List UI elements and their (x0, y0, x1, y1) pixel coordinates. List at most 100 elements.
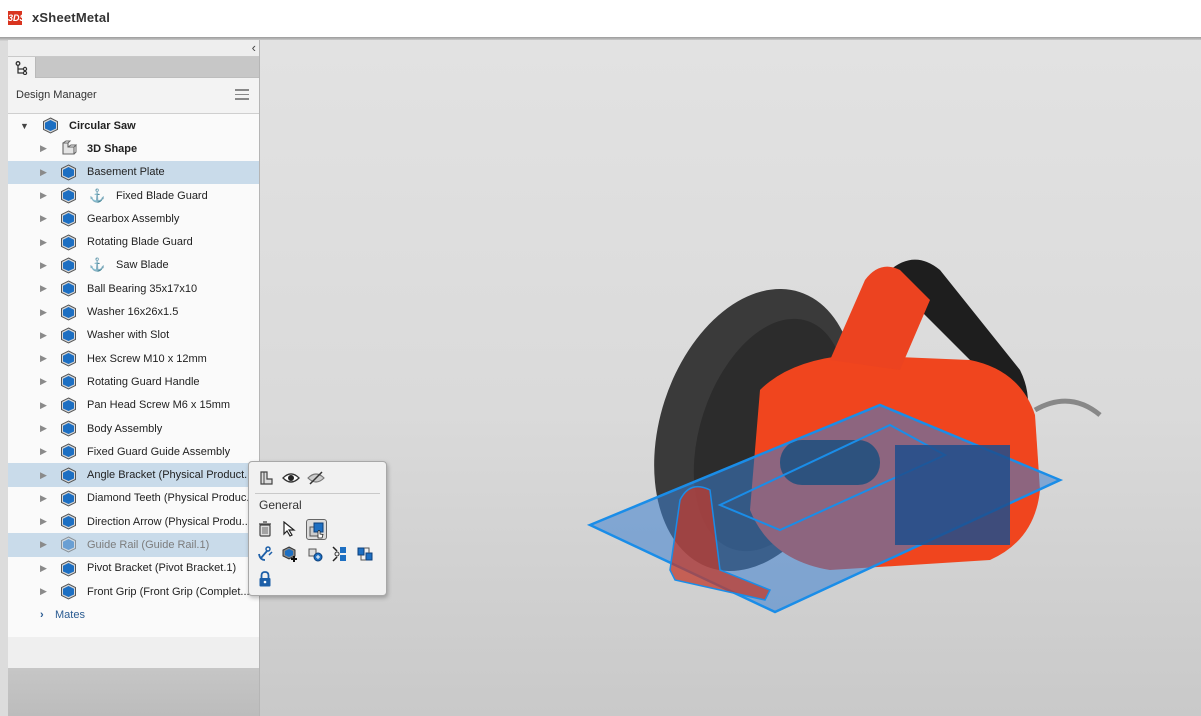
panel-menu-button[interactable] (235, 86, 249, 100)
tree-item-label: Rotating Blade Guard (87, 236, 193, 249)
anchor-icon: ⚓ (89, 257, 106, 273)
select-button[interactable] (281, 520, 299, 538)
part-icon (61, 164, 76, 181)
tree-item-label: Hex Screw M10 x 12mm (87, 352, 207, 365)
tab-design-tree[interactable] (8, 57, 36, 79)
tree-item-label: Fixed Blade Guard (116, 189, 208, 202)
tree-item[interactable]: ▶ ⚓ Saw Blade (8, 254, 259, 277)
tree-item[interactable]: ▶ Pivot Bracket (Pivot Bracket.1) (8, 557, 259, 580)
popup-section-general: General (259, 498, 302, 512)
hide-icon (307, 471, 325, 485)
explode-button[interactable] (331, 545, 349, 563)
tree-item-mates[interactable]: › Mates (8, 603, 259, 626)
circular-saw-model[interactable] (580, 240, 1110, 630)
tree-item[interactable]: ▶ Diamond Teeth (Physical Produc... (8, 487, 259, 510)
part-icon (61, 373, 76, 390)
tree-item[interactable]: ▶ Guide Rail (Guide Rail.1) (8, 533, 259, 557)
part-icon (61, 350, 76, 367)
part-icon (61, 443, 76, 460)
part-icon (61, 327, 76, 344)
pattern-icon (308, 548, 323, 562)
part-icon (61, 420, 76, 437)
expand-arrow-icon[interactable]: ▶ (40, 446, 47, 457)
popup-visibility-row (255, 462, 380, 494)
tree-item[interactable]: ▶ Washer 16x26x1.5 (8, 300, 259, 323)
tree-item[interactable]: ▶ Hex Screw M10 x 12mm (8, 347, 259, 370)
expand-arrow-icon[interactable]: ▶ (40, 143, 47, 154)
tree-item[interactable]: ▶ Gearbox Assembly (8, 207, 259, 230)
anchor-icon: ⚓ (89, 187, 106, 203)
expand-arrow-icon[interactable]: ▶ (40, 586, 47, 597)
title-bar: 3DS xSheetMetal (0, 0, 1201, 37)
tree-item[interactable]: ▶ Direction Arrow (Physical Produ... (8, 510, 259, 533)
tree-item[interactable]: ▶ Basement Plate (8, 160, 259, 184)
expand-arrow-icon[interactable]: ▶ (40, 213, 47, 224)
power-cord (1033, 398, 1102, 417)
tree-item[interactable]: ▶ Rotating Guard Handle (8, 370, 259, 393)
tree-item[interactable]: ▶ Fixed Guard Guide Assembly (8, 440, 259, 463)
hide-button[interactable] (307, 469, 325, 487)
lock-button[interactable] (256, 570, 274, 588)
mate-button[interactable] (356, 545, 374, 563)
expand-arrow-icon[interactable]: ▶ (40, 470, 47, 481)
tree-root-circular-saw[interactable]: ▼ Circular Saw (8, 114, 259, 137)
delete-button[interactable] (256, 520, 274, 538)
expand-arrow-icon[interactable]: ▶ (40, 539, 47, 550)
part-icon (61, 560, 76, 577)
expand-arrow-icon[interactable]: ▶ (40, 400, 47, 411)
expand-arrow-icon[interactable]: ▶ (40, 283, 47, 294)
tree-item-label: Direction Arrow (Physical Produ... (87, 515, 251, 528)
chevron-right-icon[interactable]: › (40, 609, 44, 621)
hamburger-icon (235, 89, 249, 91)
expand-arrow-icon[interactable]: ▶ (40, 423, 47, 434)
part-icon (61, 187, 76, 204)
replace-component-icon (309, 522, 324, 538)
tree-item[interactable]: ▶ Front Grip (Front Grip (Complet... (8, 580, 259, 603)
tree-icon (15, 61, 27, 75)
tree-item-label: Ball Bearing 35x17x10 (87, 282, 198, 295)
collapse-panel-button[interactable]: ‹ (252, 40, 256, 56)
tree-item-label: Basement Plate (87, 166, 165, 179)
replace-component-button[interactable] (306, 519, 327, 540)
expand-arrow-icon[interactable]: ▼ (20, 121, 29, 131)
tree-item-label: Angle Bracket (Physical Product... (87, 469, 254, 482)
shape-icon (62, 140, 77, 155)
expand-arrow-icon[interactable]: ▶ (40, 516, 47, 527)
app-logo-icon: 3DS (8, 11, 26, 25)
tree-item[interactable]: ▶ Washer with Slot (8, 324, 259, 347)
expand-arrow-icon[interactable]: ▶ (40, 330, 47, 341)
part-icon (61, 397, 76, 414)
tree-item[interactable]: ▶ Pan Head Screw M6 x 15mm (8, 394, 259, 417)
expand-arrow-icon[interactable]: ▶ (40, 563, 47, 574)
show-button[interactable] (282, 469, 300, 487)
expand-arrow-icon[interactable]: ▶ (40, 493, 47, 504)
design-tree: ▼ Circular Saw ▶ 3D Shape ▶ Basement Plat… (8, 114, 259, 637)
pattern-button[interactable] (306, 545, 324, 563)
expand-arrow-icon[interactable]: ▶ (40, 376, 47, 387)
part-icon (61, 303, 76, 321)
insert-component-button[interactable] (281, 545, 299, 563)
tree-item[interactable]: ▶ ⚓ Fixed Blade Guard (8, 184, 259, 207)
expand-arrow-icon[interactable]: ▶ (40, 260, 47, 271)
tree-item-label: Washer with Slot (87, 329, 170, 342)
expand-arrow-icon[interactable]: ▶ (40, 307, 47, 318)
tree-item-label: Pan Head Screw M6 x 15mm (87, 399, 231, 412)
tree-item[interactable]: ▶ Rotating Blade Guard (8, 230, 259, 253)
tree-item[interactable]: ▶ Ball Bearing 35x17x10 (8, 277, 259, 300)
tree-item[interactable]: ▶ 3D Shape (8, 137, 259, 160)
tree-item[interactable]: ▶ Body Assembly (8, 417, 259, 440)
part-icon (61, 280, 76, 297)
fix-anchor-button[interactable] (256, 545, 274, 563)
expand-arrow-icon[interactable]: ▶ (40, 190, 47, 201)
expand-arrow-icon[interactable]: ▶ (40, 237, 47, 248)
mates-label: Mates (55, 608, 85, 621)
fix-anchor-icon (258, 546, 273, 561)
panel-collapse-row: ‹ (8, 40, 259, 57)
expand-arrow-icon[interactable]: ▶ (40, 353, 47, 364)
isolate-button[interactable] (257, 469, 275, 487)
tree-root-label: Circular Saw (69, 119, 136, 132)
expand-arrow-icon[interactable]: ▶ (40, 167, 47, 178)
tree-item[interactable]: ▶ Angle Bracket (Physical Product... (8, 463, 259, 487)
select-icon (283, 521, 296, 537)
part-icon (61, 536, 76, 554)
